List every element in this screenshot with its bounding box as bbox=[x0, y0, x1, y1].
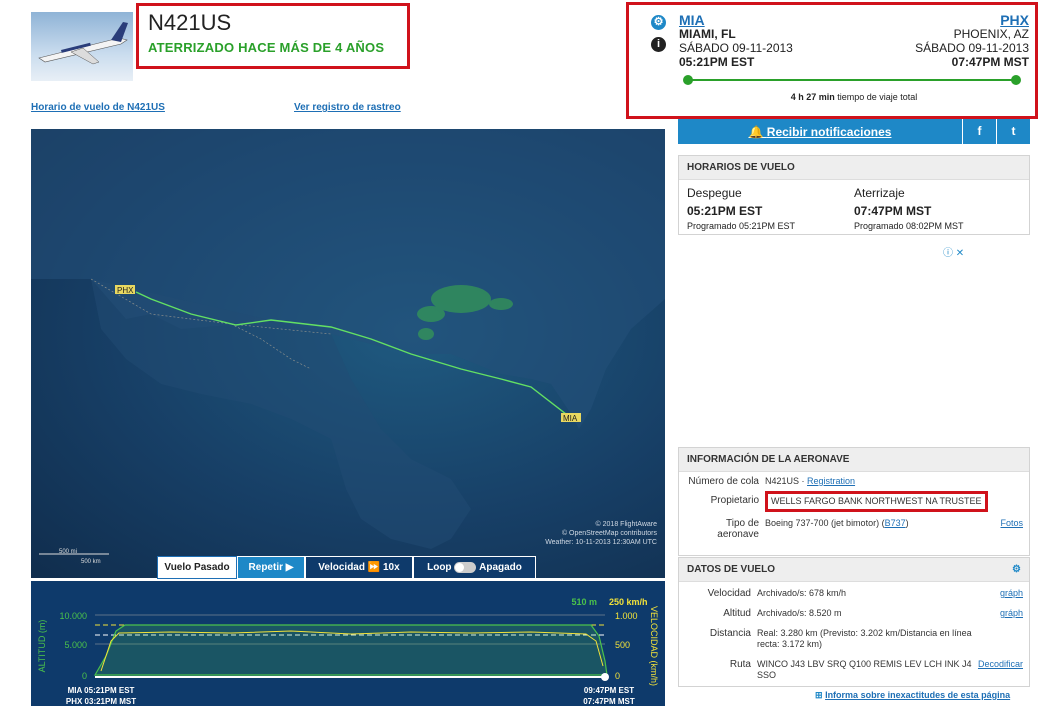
map-scale-km: 500 km bbox=[81, 559, 101, 565]
chart-rtick-3: 0 bbox=[615, 671, 620, 681]
flight-data-title: DATOS DE VUELO bbox=[687, 564, 775, 575]
ad-choices-icon[interactable]: ⓘ ✕ bbox=[943, 244, 964, 259]
map-label-mia: MIA bbox=[563, 414, 578, 423]
chart-current-alt: 510 m bbox=[571, 597, 597, 607]
chart-ylabel-right: VELOCIDAD (km/h) bbox=[649, 606, 659, 686]
origin-time: 05:21PM EST bbox=[679, 55, 755, 69]
aircraft-panel: INFORMACIÓN DE LA AERONAVE Número de col… bbox=[678, 447, 1030, 556]
route-value: WINCO J43 LBV SRQ Q100 REMIS LEV LCH INK… bbox=[757, 659, 972, 680]
settings-icon[interactable]: ⚙ bbox=[1012, 564, 1021, 575]
distance-label: Distancia bbox=[709, 628, 751, 639]
chart-dep-time-1: MIA 05:21PM EST bbox=[68, 686, 135, 695]
arrival-scheduled: Programado 08:02PM MST bbox=[854, 221, 964, 231]
owner-label: Propietario bbox=[710, 495, 759, 506]
flight-map[interactable]: PHX MIA © 2018 FlightAware © OpenStreetM… bbox=[31, 129, 665, 578]
arrival-label: Aterrizaje bbox=[854, 186, 905, 200]
departure-label: Despegue bbox=[687, 186, 742, 200]
altitude-graph-link[interactable]: gráph bbox=[1000, 608, 1023, 618]
departure-time: 05:21PM EST bbox=[687, 204, 763, 218]
chart-ytick-2: 5.000 bbox=[64, 640, 87, 650]
loop-toggle[interactable]: Loop Apagado bbox=[413, 556, 536, 579]
decode-link[interactable]: Decodificar bbox=[978, 659, 1023, 669]
route-summary: ⚙ i MIA PHX MIAMI, FL PHOENIX, AZ SÁBADO 0… bbox=[626, 2, 1038, 119]
notification-bar: 🔔 Recibir notificaciones f t bbox=[678, 119, 1030, 144]
speed-label: Velocidad bbox=[707, 588, 751, 599]
origin-date: SÁBADO 09-11-2013 bbox=[679, 41, 793, 55]
dest-time: 07:47PM MST bbox=[951, 55, 1029, 69]
facebook-icon[interactable]: f bbox=[962, 119, 996, 144]
route-label: Ruta bbox=[729, 659, 751, 670]
flight-status: ATERRIZADO HACE MÁS DE 4 AÑOS bbox=[148, 40, 385, 55]
dest-code[interactable]: PHX bbox=[1000, 13, 1029, 27]
type-code-link[interactable]: B737 bbox=[885, 518, 906, 528]
photos-link[interactable]: Fotos bbox=[1000, 518, 1023, 528]
chart-arr-time-2: 07:47PM MST bbox=[583, 697, 635, 706]
registration-link[interactable]: Registration bbox=[807, 476, 855, 486]
aircraft-title: INFORMACIÓN DE LA AERONAVE bbox=[679, 448, 1029, 472]
origin-city: MIAMI, FL bbox=[679, 27, 736, 41]
altitude-value: Archivado/s: 8.520 m bbox=[757, 608, 842, 618]
owner-value: WELLS FARGO BANK NORTHWEST NA TRUSTEE bbox=[765, 491, 988, 512]
total-duration: 4 h 27 min tiempo de viaje total bbox=[790, 92, 918, 102]
altitude-label: Altitud bbox=[723, 608, 751, 619]
schedule-title: HORARIOS DE VUELO bbox=[679, 156, 1029, 180]
arrival-time: 07:47PM MST bbox=[854, 204, 932, 218]
tail-value: N421US · Registration bbox=[765, 476, 856, 486]
chart-ytick-1: 10.000 bbox=[59, 611, 87, 621]
chart-current-speed: 250 km/h bbox=[609, 597, 648, 607]
flight-data-panel: DATOS DE VUELO ⚙ Velocidad Archivado/s: 6… bbox=[678, 557, 1030, 687]
twitter-icon[interactable]: t bbox=[996, 119, 1030, 144]
type-value: Boeing 737-700 (jet bimotor) (B737) bbox=[765, 518, 909, 528]
flight-header: N421US ATERRIZADO HACE MÁS DE 4 AÑOS bbox=[136, 3, 410, 69]
map-scale-mi: 500 mi bbox=[59, 549, 77, 555]
tail-label: Número de cola bbox=[688, 476, 759, 487]
speed-control[interactable]: Velocidad ⏩ 10x bbox=[305, 556, 413, 579]
chart-ytick-3: 0 bbox=[82, 671, 87, 681]
aircraft-photo[interactable] bbox=[31, 12, 133, 81]
map-label-phx: PHX bbox=[117, 286, 134, 295]
replay-button[interactable]: Repetir ▶ bbox=[237, 556, 305, 579]
speed-graph-link[interactable]: gráph bbox=[1000, 588, 1023, 598]
altitude-speed-chart: ALTITUD (m) VELOCIDAD (km/h) 10.000 5.00… bbox=[31, 581, 665, 706]
chart-dep-time-2: PHX 03:21PM MST bbox=[66, 697, 136, 706]
chart-ylabel-left: ALTITUD (m) bbox=[37, 620, 47, 673]
chart-rtick-2: 500 bbox=[615, 640, 630, 650]
report-link[interactable]: ⊞ Informa sobre inexactitudes de esta pá… bbox=[815, 690, 1010, 701]
schedule-panel: HORARIOS DE VUELO Despegue 05:21PM EST P… bbox=[678, 155, 1030, 235]
map-credit-fa: © 2018 FlightAware bbox=[596, 520, 658, 528]
tail-number: N421US bbox=[148, 10, 232, 35]
speed-value: Archivado/s: 678 km/h bbox=[757, 588, 847, 598]
map-credit-osm: © OpenStreetMap contributors bbox=[562, 529, 658, 537]
dest-date: SÁBADO 09-11-2013 bbox=[915, 41, 1029, 55]
progress-bar bbox=[679, 73, 1029, 87]
gear-icon[interactable]: ⚙ bbox=[651, 15, 666, 30]
chart-arr-time-1: 09:47PM EST bbox=[584, 686, 634, 695]
dest-city: PHOENIX, AZ bbox=[953, 27, 1029, 41]
notify-button[interactable]: 🔔 Recibir notificaciones bbox=[678, 125, 962, 139]
distance-value: Real: 3.280 km (Previsto: 3.202 km/Dista… bbox=[757, 628, 972, 649]
info-icon[interactable]: i bbox=[651, 37, 666, 52]
departure-scheduled: Programado 05:21PM EST bbox=[687, 221, 796, 231]
plus-icon: ⊞ bbox=[815, 690, 823, 700]
schedule-link[interactable]: Horario de vuelo de N421US bbox=[31, 102, 165, 113]
origin-code[interactable]: MIA bbox=[679, 13, 705, 27]
tab-past-flight[interactable]: Vuelo Pasado bbox=[157, 556, 237, 579]
type-label: Tipo de aeronave bbox=[717, 518, 759, 540]
track-log-link[interactable]: Ver registro de rastreo bbox=[294, 102, 401, 113]
map-credit-weather: Weather: 10-11-2013 12:30AM UTC bbox=[545, 539, 657, 546]
chart-rtick-1: 1.000 bbox=[615, 611, 638, 621]
